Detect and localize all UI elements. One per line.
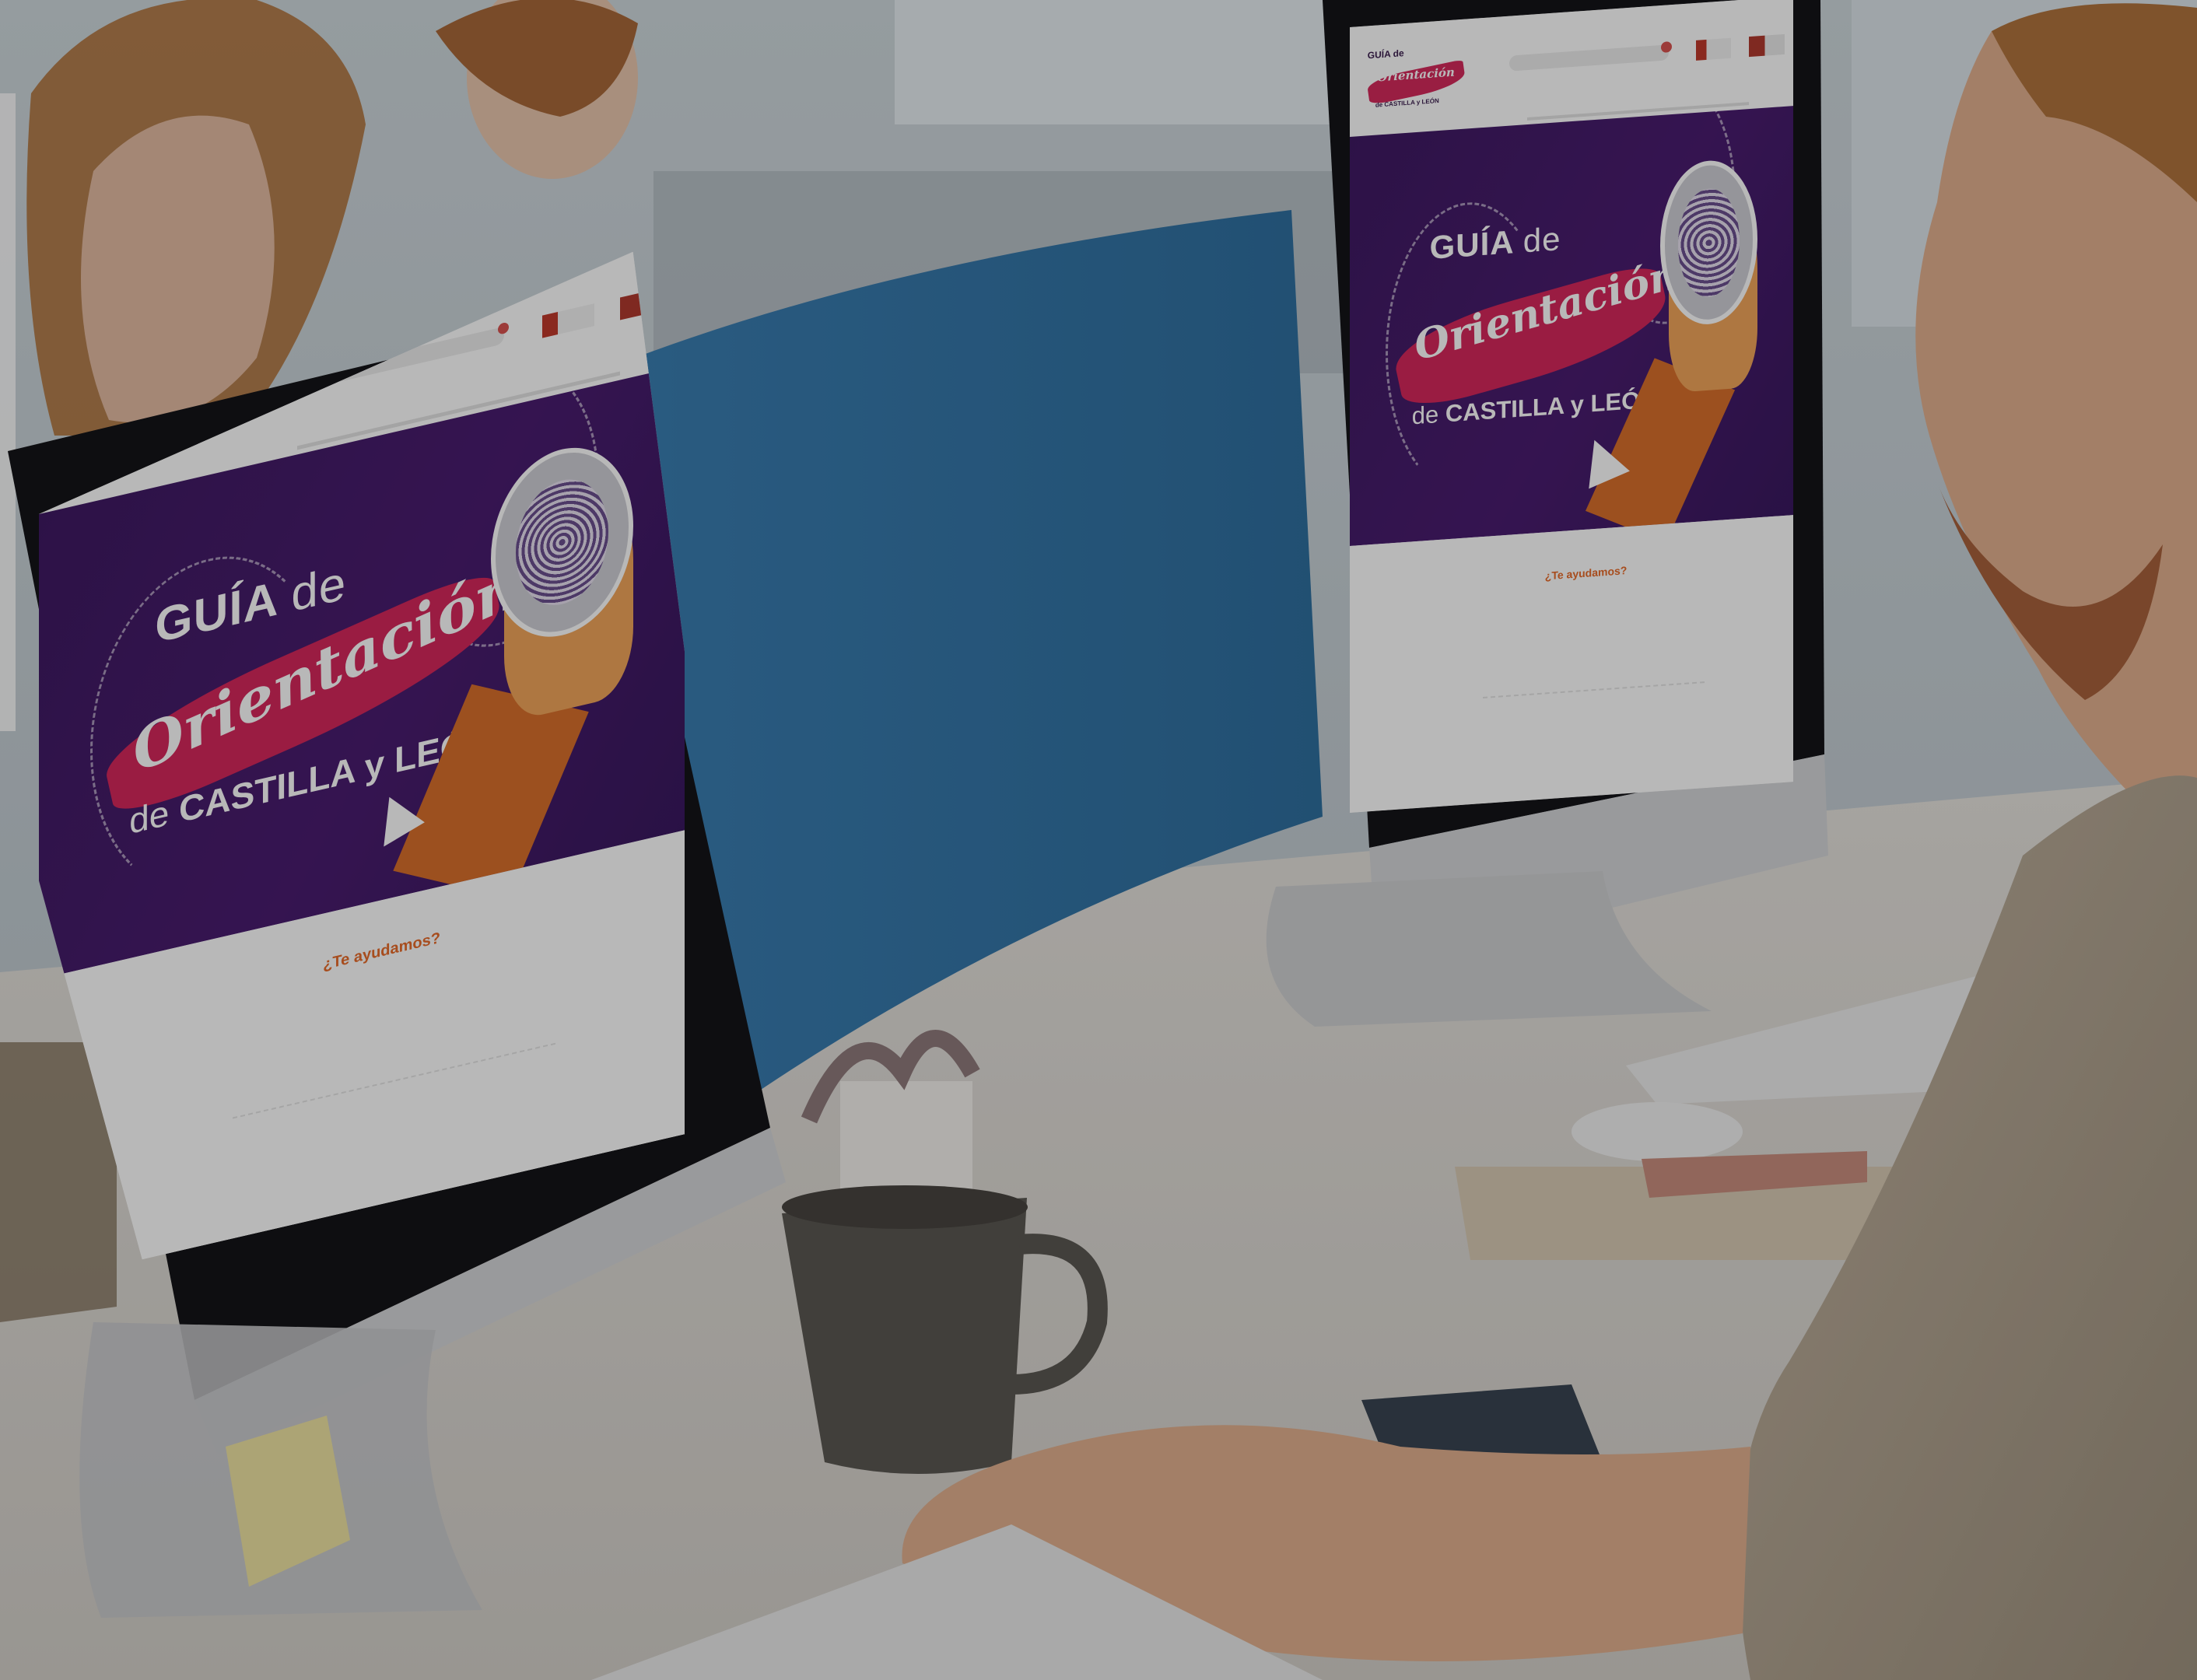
search-icon[interactable] xyxy=(1661,40,1673,53)
logo-top-word: GUÍA de xyxy=(1367,47,1404,61)
content-area: ¿Te ayudamos? xyxy=(1350,514,1793,813)
edge-panel xyxy=(0,93,16,731)
mouse xyxy=(1572,1102,1743,1161)
partner-logo-icon xyxy=(542,303,594,338)
decorative-line xyxy=(1483,681,1705,709)
hero-region-light: de xyxy=(1411,401,1439,430)
hero-title-bold: GUÍA xyxy=(1429,223,1514,267)
junta-logo-icon xyxy=(1749,34,1785,57)
decorative-line xyxy=(233,1042,555,1130)
right-monitor-screen: GUÍA de Orientación de CASTILLA y LEÓN G… xyxy=(1350,0,1793,813)
cta-link[interactable]: ¿Te ayudamos? xyxy=(1545,564,1628,582)
hero-title-light: de xyxy=(1522,220,1561,260)
search-icon[interactable] xyxy=(498,322,509,335)
search-input[interactable] xyxy=(1509,40,1673,72)
site-logo[interactable]: GUÍA de Orientación de CASTILLA y LEÓN xyxy=(1366,44,1466,121)
window xyxy=(895,0,1361,124)
partner-logo-icon xyxy=(1695,37,1732,61)
hero-region-light: de xyxy=(129,792,170,842)
hero-banner: GUÍA de Orientación de CASTILLA y LEÓN xyxy=(1350,106,1793,546)
cta-link[interactable]: ¿Te ayudamos? xyxy=(323,929,440,975)
hero-title-light: de xyxy=(291,555,347,622)
